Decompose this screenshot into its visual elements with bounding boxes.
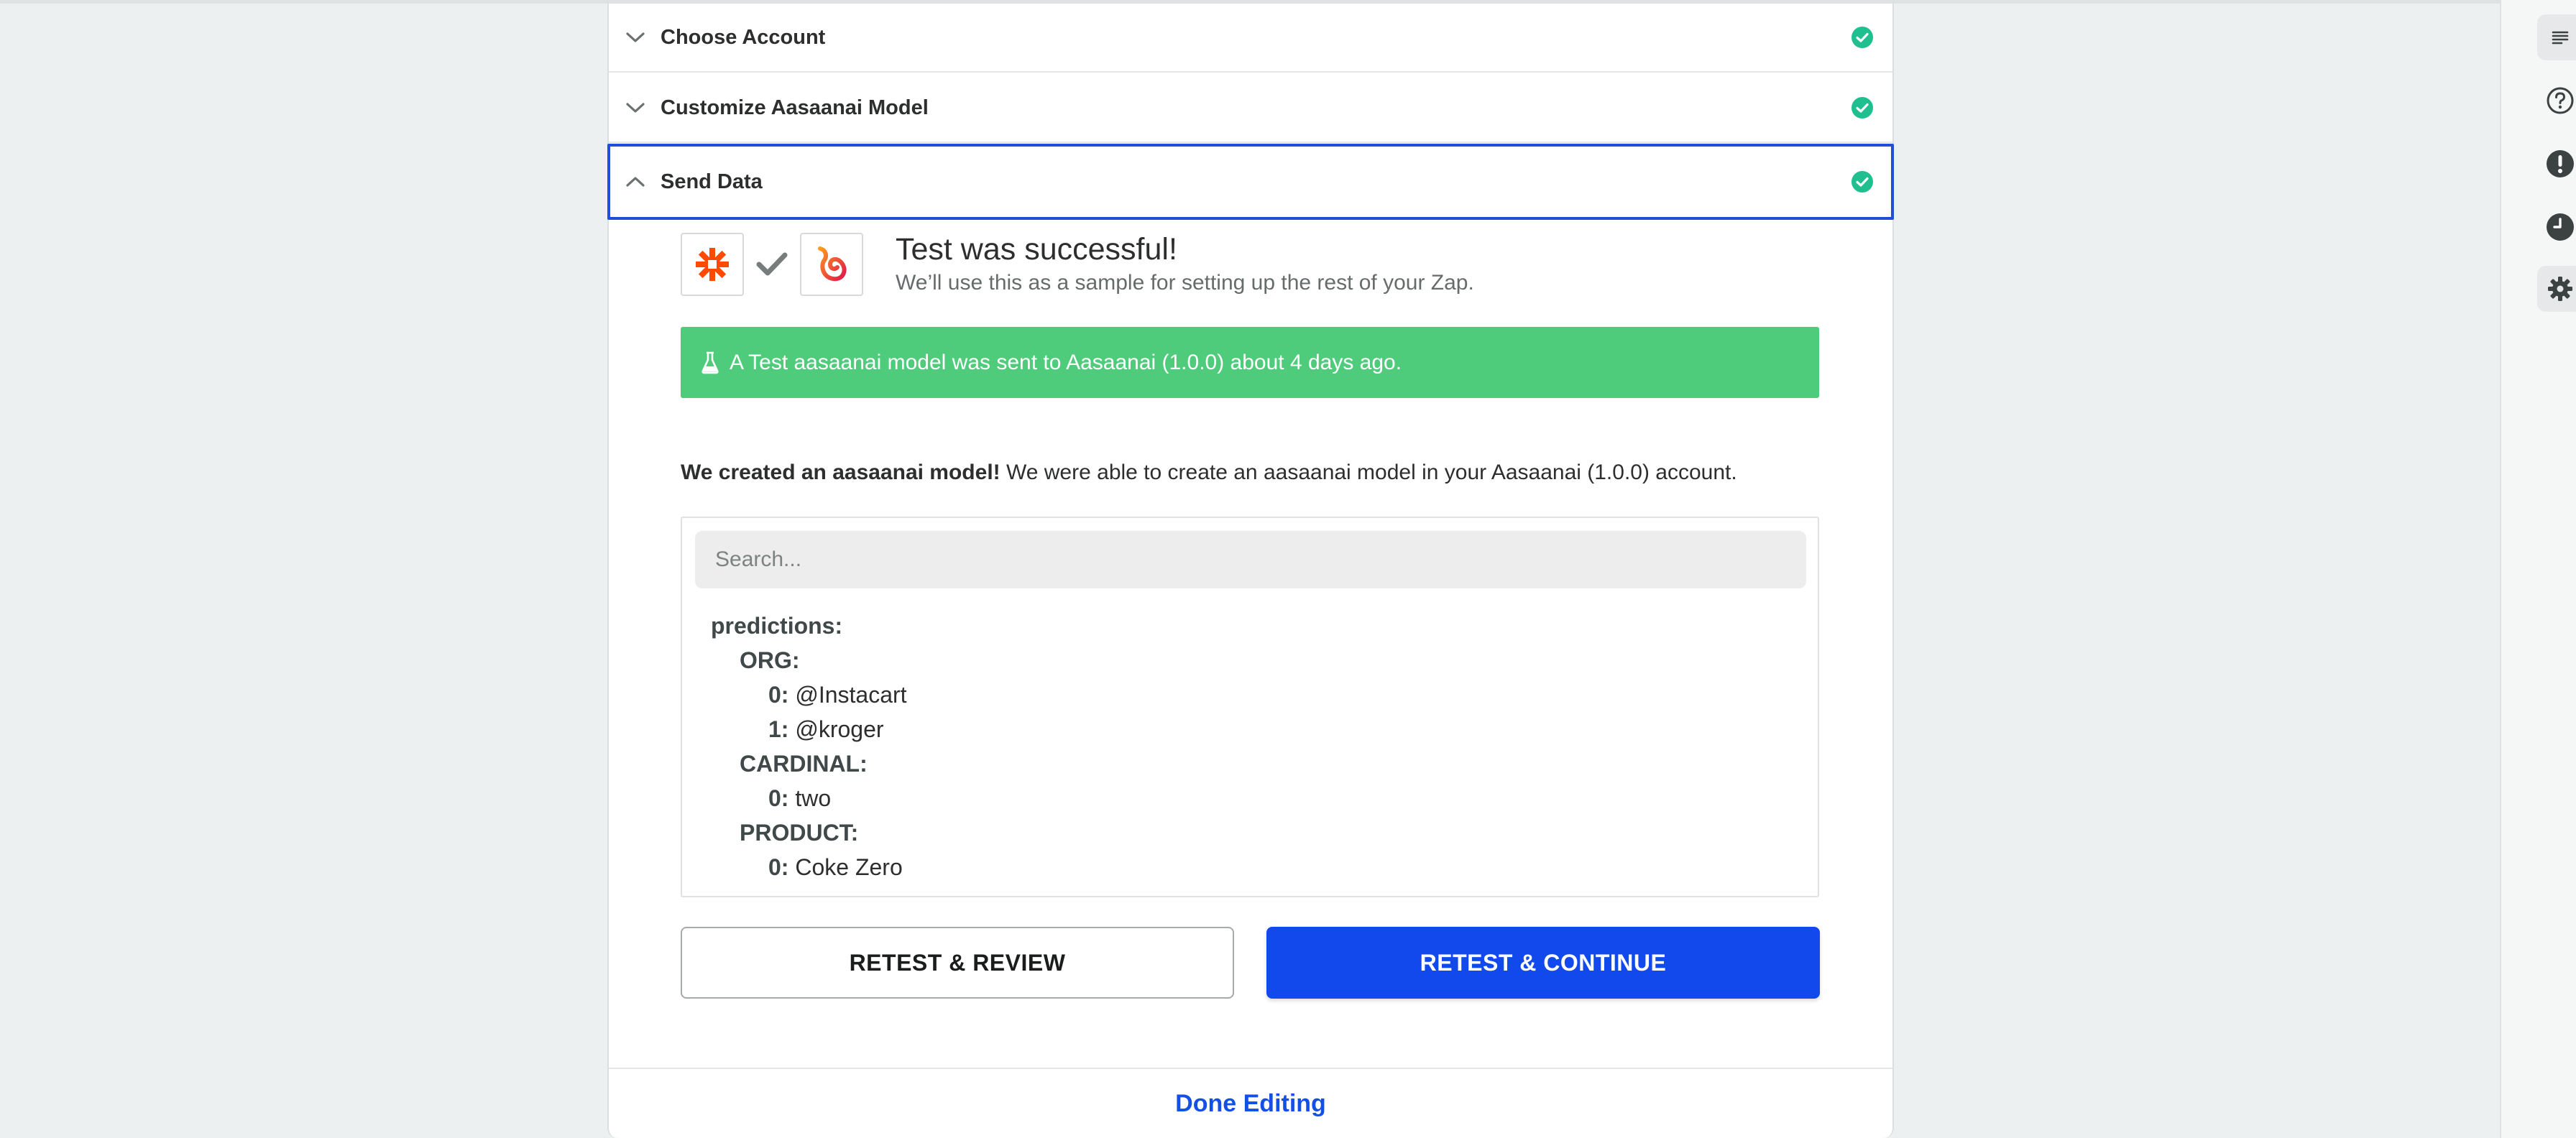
tree-key: 0:: [768, 682, 789, 708]
tree-value: @kroger: [795, 716, 884, 742]
done-editing-link[interactable]: Done Editing: [609, 1090, 1892, 1118]
tree-key: 1:: [768, 716, 789, 742]
data-tree: predictions: ORG: 0: @Instacart 1: @krog…: [711, 609, 907, 884]
check-circle-icon: [1852, 171, 1873, 193]
step-choose-account[interactable]: Choose Account: [609, 4, 1892, 73]
tree-key: predictions:: [711, 613, 843, 639]
tree-row: 0: Coke Zero: [711, 850, 907, 884]
retest-review-button[interactable]: RETEST & REVIEW: [681, 927, 1234, 999]
flask-icon: [702, 351, 719, 374]
tree-key: ORG:: [740, 647, 800, 673]
tree-row: CARDINAL:: [711, 746, 907, 781]
gear-icon[interactable]: [2537, 266, 2576, 312]
test-success-title: Test was successful!: [896, 232, 1177, 267]
created-message-bold: We created an aasaanai model!: [681, 461, 1000, 484]
tree-value: two: [795, 785, 832, 811]
app-connection-icons: [681, 231, 863, 297]
tree-row: 1: @kroger: [711, 712, 907, 746]
tree-key: PRODUCT:: [740, 820, 859, 846]
checkmark-icon: [744, 233, 800, 296]
right-sidebar: [2500, 0, 2576, 1138]
created-message: We created an aasaanai model! We were ab…: [681, 461, 1737, 485]
created-message-text: We were able to create an aasaanai model…: [1000, 461, 1737, 484]
retest-continue-button[interactable]: RETEST & CONTINUE: [1266, 927, 1820, 999]
sample-data-panel: predictions: ORG: 0: @Instacart 1: @krog…: [681, 517, 1819, 897]
chevron-up-icon: [626, 177, 645, 187]
tree-row: predictions:: [711, 609, 907, 643]
divider: [609, 1068, 1892, 1069]
alert-icon[interactable]: [2537, 141, 2576, 187]
list-icon[interactable]: [2537, 14, 2576, 60]
tree-row: ORG:: [711, 643, 907, 677]
tree-key: CARDINAL:: [740, 751, 868, 777]
banner-text: A Test aasaanai model was sent to Aasaan…: [730, 350, 1402, 374]
zap-editor-card: Choose Account Customize Aasaanai Model …: [607, 4, 1894, 1138]
tree-row: PRODUCT:: [711, 815, 907, 850]
tree-value: Coke Zero: [795, 854, 903, 880]
step-customize-model[interactable]: Customize Aasaanai Model: [609, 74, 1892, 143]
test-success-subtitle: We’ll use this as a sample for setting u…: [896, 271, 1474, 295]
chevron-down-icon: [626, 103, 645, 113]
test-sent-banner: A Test aasaanai model was sent to Aasaan…: [681, 327, 1819, 398]
check-circle-icon: [1852, 27, 1873, 48]
step-title: Send Data: [661, 170, 763, 193]
help-icon[interactable]: [2537, 78, 2576, 124]
check-circle-icon: [1852, 97, 1873, 119]
tree-row: 0: @Instacart: [711, 677, 907, 712]
aasaanai-logo-icon: [800, 233, 863, 296]
tree-key: 0:: [768, 785, 789, 811]
step-title: Choose Account: [661, 25, 826, 49]
chevron-down-icon: [626, 32, 645, 42]
step-title: Customize Aasaanai Model: [661, 96, 929, 119]
history-icon[interactable]: [2537, 204, 2576, 250]
tree-row: 0: two: [711, 781, 907, 815]
tree-value: @Instacart: [795, 682, 907, 708]
tree-key: 0:: [768, 854, 789, 880]
zapier-logo-icon: [681, 233, 744, 296]
step-send-data[interactable]: Send Data: [607, 144, 1894, 220]
search-input[interactable]: [695, 531, 1806, 588]
